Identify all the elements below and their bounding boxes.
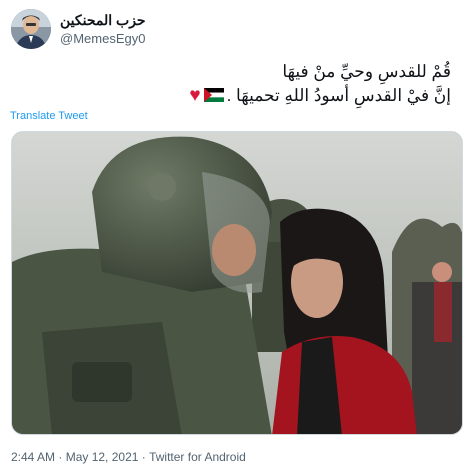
meta-separator: · <box>55 450 66 464</box>
palestine-flag-icon <box>203 85 224 109</box>
tweet-metadata: 2:44 AM · May 12, 2021 · Twitter for And… <box>11 450 246 464</box>
tweet-line-2: إنَّ فيْ القدسِ أسودُ اللهِ تحميهَا . ♥ <box>31 84 451 109</box>
author-handle[interactable]: @MemesEgy0 <box>60 31 145 46</box>
tweet-line-1: قُمْ للقدسِ وحيِّ منْ فيهَا <box>282 62 451 81</box>
tweet-source[interactable]: Twitter for Android <box>149 450 246 464</box>
tweet-text: قُمْ للقدسِ وحيِّ منْ فيهَا إنَّ فيْ الق… <box>31 60 451 109</box>
tweet-line-2-text: إنَّ فيْ القدسِ أسودُ اللهِ تحميهَا . <box>226 86 451 105</box>
red-heart-icon: ♥ <box>189 85 201 106</box>
avatar[interactable] <box>11 9 51 49</box>
tweet-date[interactable]: May 12, 2021 <box>66 450 139 464</box>
author-display-name[interactable]: حزب المحنكين <box>60 12 146 29</box>
tweet-media-photo[interactable] <box>11 131 463 435</box>
meta-separator: · <box>138 450 150 464</box>
translate-tweet-link[interactable]: Translate Tweet <box>10 110 88 122</box>
tweet-time[interactable]: 2:44 AM <box>11 450 55 464</box>
